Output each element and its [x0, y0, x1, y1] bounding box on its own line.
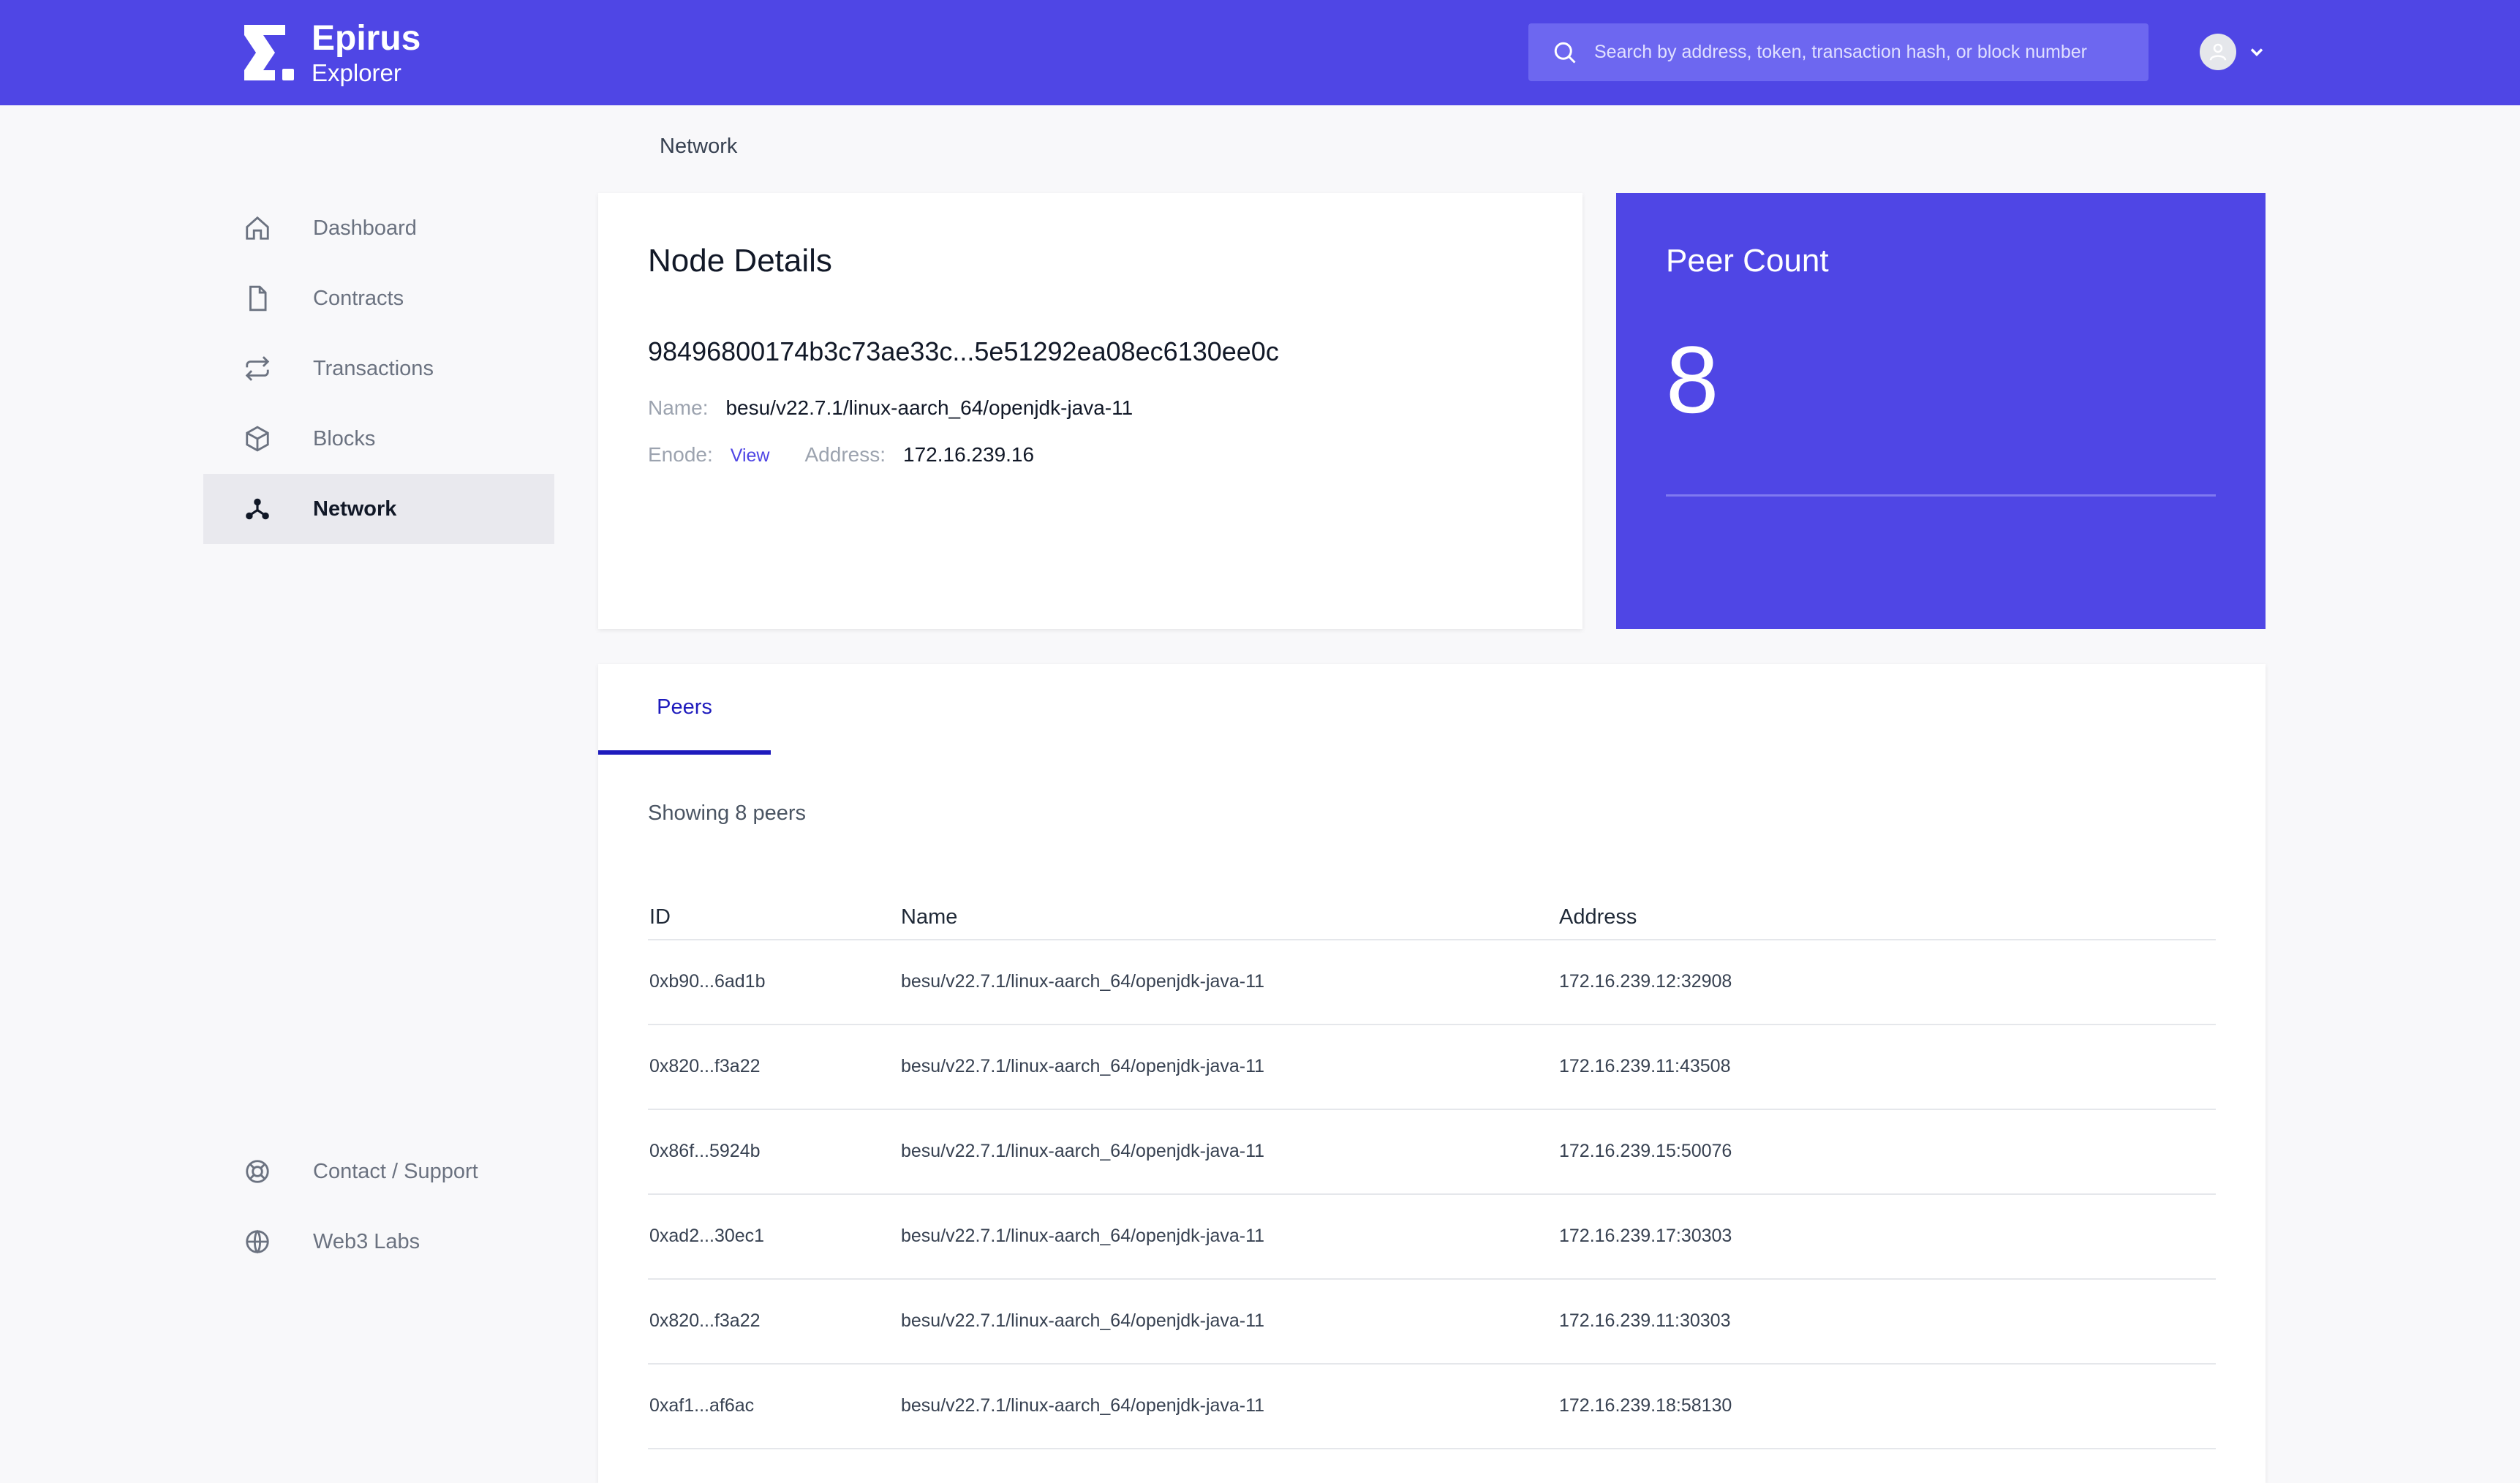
enode-view-link[interactable]: View	[731, 445, 770, 467]
search-bar	[1528, 23, 2149, 81]
peer-address: 172.16.239.11:30303	[1559, 1310, 1731, 1331]
node-enode-label: Enode:	[648, 443, 713, 466]
avatar[interactable]	[2200, 34, 2236, 70]
user-menu[interactable]	[2200, 34, 2267, 70]
node-details-card: Node Details 98496800174b3c73ae33c...5e5…	[598, 193, 1582, 629]
sidebar-item-web3-labs[interactable]: Web3 Labs	[203, 1207, 554, 1277]
peer-count-title: Peer Count	[1666, 243, 1829, 279]
brand-title: Epirus	[312, 18, 421, 58]
peer-name: besu/v22.7.1/linux-aarch_64/openjdk-java…	[901, 1310, 1265, 1331]
peer-name: besu/v22.7.1/linux-aarch_64/openjdk-java…	[901, 970, 1265, 992]
peer-address: 172.16.239.15:50076	[1559, 1140, 1732, 1161]
peer-count-card: Peer Count 8	[1616, 193, 2266, 629]
sidebar-item-network[interactable]: Network	[203, 474, 554, 544]
table-row[interactable]: 0xb90...6ad1b besu/v22.7.1/linux-aarch_6…	[648, 939, 2216, 1025]
table-row[interactable]: 0xaf1...af6ac besu/v22.7.1/linux-aarch_6…	[648, 1363, 2216, 1449]
node-name-label: Name:	[648, 396, 709, 419]
sidebar-item-label: Blocks	[313, 426, 376, 450]
document-icon	[243, 284, 272, 313]
top-navigation-bar: Epirus Explorer	[0, 0, 2520, 105]
sidebar-item-contact-support[interactable]: Contact / Support	[203, 1136, 554, 1207]
brand-subtitle: Explorer	[312, 59, 401, 86]
peer-id: 0x86f...5924b	[649, 1140, 761, 1161]
peer-address: 172.16.239.18:58130	[1559, 1395, 1732, 1416]
sidebar-item-label: Contact / Support	[313, 1159, 478, 1183]
table-row[interactable]: 0x820...f3a22 besu/v22.7.1/linux-aarch_6…	[648, 1024, 2216, 1110]
home-icon	[243, 214, 272, 243]
sidebar-item-transactions[interactable]: Transactions	[203, 333, 554, 404]
tab-peers[interactable]: Peers	[598, 664, 771, 755]
table-row[interactable]: 0x820...f3a22 besu/v22.7.1/linux-aarch_6…	[648, 1278, 2216, 1365]
arrows-exchange-icon	[243, 354, 272, 383]
cube-icon	[243, 424, 272, 453]
peer-address: 172.16.239.17:30303	[1559, 1225, 1732, 1246]
showing-peers-text: Showing 8 peers	[648, 801, 807, 825]
peer-address: 172.16.239.11:43508	[1559, 1055, 1731, 1076]
globe-icon	[243, 1227, 272, 1256]
peer-name: besu/v22.7.1/linux-aarch_64/openjdk-java…	[901, 1225, 1265, 1246]
sidebar-item-contracts[interactable]: Contracts	[203, 263, 554, 333]
divider	[1666, 494, 2216, 497]
node-details-title: Node Details	[648, 243, 832, 279]
epirus-logo-icon	[241, 23, 297, 82]
node-id: 98496800174b3c73ae33c...5e51292ea08ec613…	[648, 336, 1279, 366]
search-icon	[1554, 42, 1576, 64]
node-name-value: besu/v22.7.1/linux-aarch_64/openjdk-java…	[725, 396, 1133, 419]
peer-count-value: 8	[1666, 326, 1719, 433]
peers-card: Peers Showing 8 peers ID Name Address 0x…	[598, 664, 2266, 1483]
user-icon	[2209, 43, 2227, 61]
column-header-id: ID	[649, 905, 671, 929]
sidebar-item-label: Transactions	[313, 356, 434, 380]
chevron-down-icon[interactable]	[2247, 42, 2267, 62]
sidebar-item-label: Web3 Labs	[313, 1229, 420, 1253]
peer-name: besu/v22.7.1/linux-aarch_64/openjdk-java…	[901, 1055, 1265, 1076]
node-address-value: 172.16.239.16	[903, 443, 1035, 466]
node-address-label: Address:	[804, 443, 886, 466]
peer-id: 0xb90...6ad1b	[649, 970, 766, 992]
sidebar-item-dashboard[interactable]: Dashboard	[203, 193, 554, 263]
table-header: ID Name Address	[648, 895, 2216, 940]
peer-address: 172.16.239.12:32908	[1559, 970, 1732, 992]
peer-id: 0xaf1...af6ac	[649, 1395, 755, 1416]
peer-id: 0x820...f3a22	[649, 1055, 761, 1076]
sidebar-item-blocks[interactable]: Blocks	[203, 404, 554, 474]
lifebuoy-icon	[243, 1157, 272, 1186]
peer-name: besu/v22.7.1/linux-aarch_64/openjdk-java…	[901, 1140, 1265, 1161]
brand-logo[interactable]: Epirus Explorer	[241, 18, 421, 86]
sidebar-item-label: Contracts	[313, 286, 404, 310]
network-icon	[243, 494, 272, 524]
peer-id: 0x820...f3a22	[649, 1310, 761, 1331]
column-header-name: Name	[901, 905, 958, 929]
sidebar-item-label: Network	[313, 497, 397, 521]
peer-name: besu/v22.7.1/linux-aarch_64/openjdk-java…	[901, 1395, 1265, 1416]
table-row[interactable]: 0x86f...5924b besu/v22.7.1/linux-aarch_6…	[648, 1109, 2216, 1195]
column-header-address: Address	[1559, 905, 1637, 929]
sidebar-item-label: Dashboard	[313, 216, 417, 240]
table-row[interactable]: 0xad2...30ec1 besu/v22.7.1/linux-aarch_6…	[648, 1193, 2216, 1280]
search-input[interactable]	[1593, 41, 2137, 64]
peer-id: 0xad2...30ec1	[649, 1225, 765, 1246]
page-title: Network	[660, 135, 738, 158]
